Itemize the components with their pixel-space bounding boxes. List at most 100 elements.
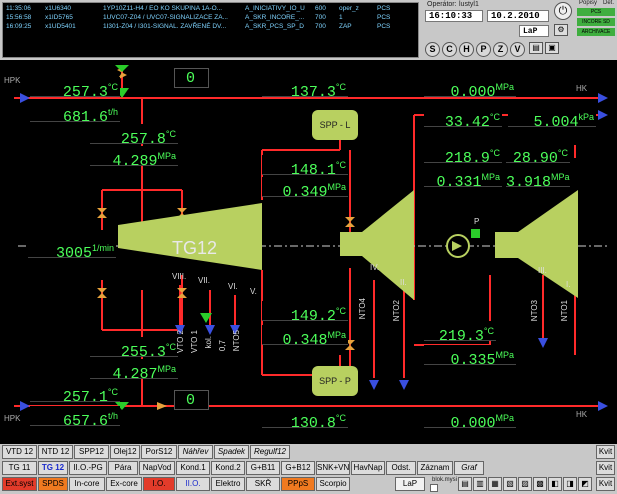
value-33-42: 33.42°C: [424, 107, 502, 131]
hp-turbine: [118, 203, 262, 270]
menu-zaznam[interactable]: Záznam: [417, 461, 453, 475]
label-nto3: NTO3: [530, 300, 539, 322]
value-speed: 30051/min: [28, 238, 116, 262]
clock-date: 10.2.2010: [487, 10, 549, 22]
nav-button-h[interactable]: H: [459, 42, 474, 57]
label-s4: IV.: [370, 263, 380, 272]
menu-ext-syst[interactable]: Ext.syst: [2, 477, 37, 491]
menu-nahrev[interactable]: Náhřev: [178, 445, 213, 459]
tool-icon-5[interactable]: ▨: [518, 477, 532, 491]
menu-in-core[interactable]: In-core: [69, 477, 105, 491]
menu-kond2[interactable]: Kond.2: [211, 461, 245, 475]
value-149-2: 149.2°C: [262, 301, 348, 325]
menu-pors12[interactable]: PorS12: [141, 445, 177, 459]
tool-icon-9[interactable]: ◩: [578, 477, 592, 491]
mode-field[interactable]: LaP: [519, 25, 549, 37]
value-218-9: 218.9°C: [424, 143, 502, 167]
det-label: Det.: [603, 0, 615, 6]
menu-gb12[interactable]: G+B12: [281, 461, 315, 475]
nav-button-s[interactable]: S: [425, 42, 440, 57]
menu-vtd12[interactable]: VTD 12: [2, 445, 37, 459]
label-s8: VIII.: [172, 272, 187, 281]
popisy-label: Popisy: [579, 0, 598, 6]
label-hpk-bottom: HPK: [4, 414, 21, 423]
alarm-row[interactable]: 16:09:25 x1UD5401 1I301-Z04 / I301-SIGNA…: [3, 22, 420, 31]
power-icon[interactable]: ⏻: [554, 2, 572, 20]
value-0-348: 0.348MPa: [262, 325, 348, 349]
settings-icon[interactable]: ⚙: [554, 24, 568, 36]
label-s6: VI.: [228, 282, 238, 291]
kvit-button-2[interactable]: Kvit: [596, 461, 615, 475]
nav-button-z[interactable]: Z: [493, 42, 508, 57]
menu-ppps[interactable]: PPpS: [281, 477, 315, 491]
tool-icon-6[interactable]: ▩: [533, 477, 547, 491]
value-0-335: 0.335MPa: [424, 345, 516, 369]
value-255-3: 255.3°C: [90, 337, 178, 361]
menu-kond1[interactable]: Kond.1: [176, 461, 210, 475]
value-28-90: 28.90°C: [506, 143, 570, 167]
kvit-button-3[interactable]: Kvit: [596, 477, 615, 491]
kvit-button-1[interactable]: Kvit: [596, 445, 615, 459]
menu-spp12[interactable]: SPP12: [74, 445, 109, 459]
menu-scorpio[interactable]: Scorpio: [316, 477, 350, 491]
menu-lap[interactable]: LaP: [395, 477, 425, 491]
tool-icon-8[interactable]: ◨: [563, 477, 577, 491]
alarm-row[interactable]: 15:56:58 x1ID5765 1UVC07-Z04 / UVC07-SIG…: [3, 13, 420, 22]
menu-olej12[interactable]: Olej12: [110, 445, 140, 459]
tool-icon-2[interactable]: ▥: [473, 477, 487, 491]
label-p: P: [474, 217, 480, 226]
menu-snkvn[interactable]: SNK+VN: [316, 461, 350, 475]
value-4-287: 4.287MPa: [90, 359, 178, 383]
nav-button-v[interactable]: V: [510, 42, 525, 57]
value-valve-bottom: 0: [174, 390, 209, 410]
nav-button-c[interactable]: C: [442, 42, 457, 57]
menu-gb11[interactable]: G+B11: [246, 461, 280, 475]
spp-p-block[interactable]: SPP - P: [312, 366, 358, 396]
label-nto5: NTO5: [232, 330, 241, 352]
menu-ex-core[interactable]: Ex-core: [106, 477, 142, 491]
bottom-menu: VTD 12 NTD 12 SPP12 Olej12 PorS12 Náhřev…: [0, 444, 617, 494]
menu-odst[interactable]: Odst.: [386, 461, 416, 475]
menu-tg11[interactable]: TG 11: [2, 461, 37, 475]
menu-tg12[interactable]: TG 12: [38, 461, 68, 475]
lock-icon[interactable]: ▣: [545, 42, 559, 54]
operator-name: lustyl1: [459, 1, 479, 8]
alarm-row[interactable]: 11:35:06 x1U6340 1YP10Z11-H4 / EO KO SKU…: [3, 4, 420, 13]
tool-icon-1[interactable]: ▤: [458, 477, 472, 491]
menu-io[interactable]: I.O.: [143, 477, 175, 491]
nav-button-p[interactable]: P: [476, 42, 491, 57]
value-3-918: 3.918MPa: [506, 167, 570, 191]
tool-icon-4[interactable]: ▧: [503, 477, 517, 491]
spp-l-block[interactable]: SPP - L: [312, 110, 358, 140]
indicator-incore: INCORE SD: [577, 18, 615, 26]
tool-icon-7[interactable]: ◧: [548, 477, 562, 491]
value-p-top-right: 0.000MPa: [424, 77, 516, 101]
blok-mysi-checkbox[interactable]: [430, 484, 438, 492]
menu-spds[interactable]: SPDS: [38, 477, 68, 491]
printer-icon[interactable]: ▤: [529, 42, 543, 54]
value-657-6: 657.6t/h: [30, 406, 120, 430]
menu-spadek[interactable]: Spadek: [214, 445, 249, 459]
process-scheme: 257.3°C 681.6t/h 0 137.3°C 0.000MPa 257.…: [0, 60, 617, 444]
label-vto1: VTO 1: [190, 330, 199, 353]
menu-napvod[interactable]: NapVod: [139, 461, 175, 475]
menu-iio-pg[interactable]: II.O.-PG: [69, 461, 107, 475]
tool-icon-3[interactable]: ▦: [488, 477, 502, 491]
value-219-3: 219.3°C: [424, 321, 496, 345]
menu-skr[interactable]: SKŘ: [246, 477, 280, 491]
menu-para[interactable]: Pára: [108, 461, 138, 475]
menu-havnap[interactable]: HavNap: [351, 461, 385, 475]
label-s7: VII.: [198, 276, 211, 285]
label-hk-bottom: HK: [576, 410, 588, 419]
menu-graf[interactable]: Graf: [454, 461, 484, 475]
menu-elektro[interactable]: Elektro: [211, 477, 245, 491]
menu-regulf12[interactable]: Regulf12: [250, 445, 290, 459]
indicator-pcs: PCS: [577, 8, 615, 16]
label-s2: II.: [400, 278, 407, 287]
label-s3: III.: [538, 266, 547, 275]
blok-mysi-label: blok.mysi: [432, 477, 458, 483]
label-nto1: NTO1: [560, 300, 569, 322]
value-130-8: 130.8°C: [262, 408, 348, 432]
menu-ntd12[interactable]: NTD 12: [38, 445, 73, 459]
menu-iio[interactable]: II.O.: [176, 477, 210, 491]
